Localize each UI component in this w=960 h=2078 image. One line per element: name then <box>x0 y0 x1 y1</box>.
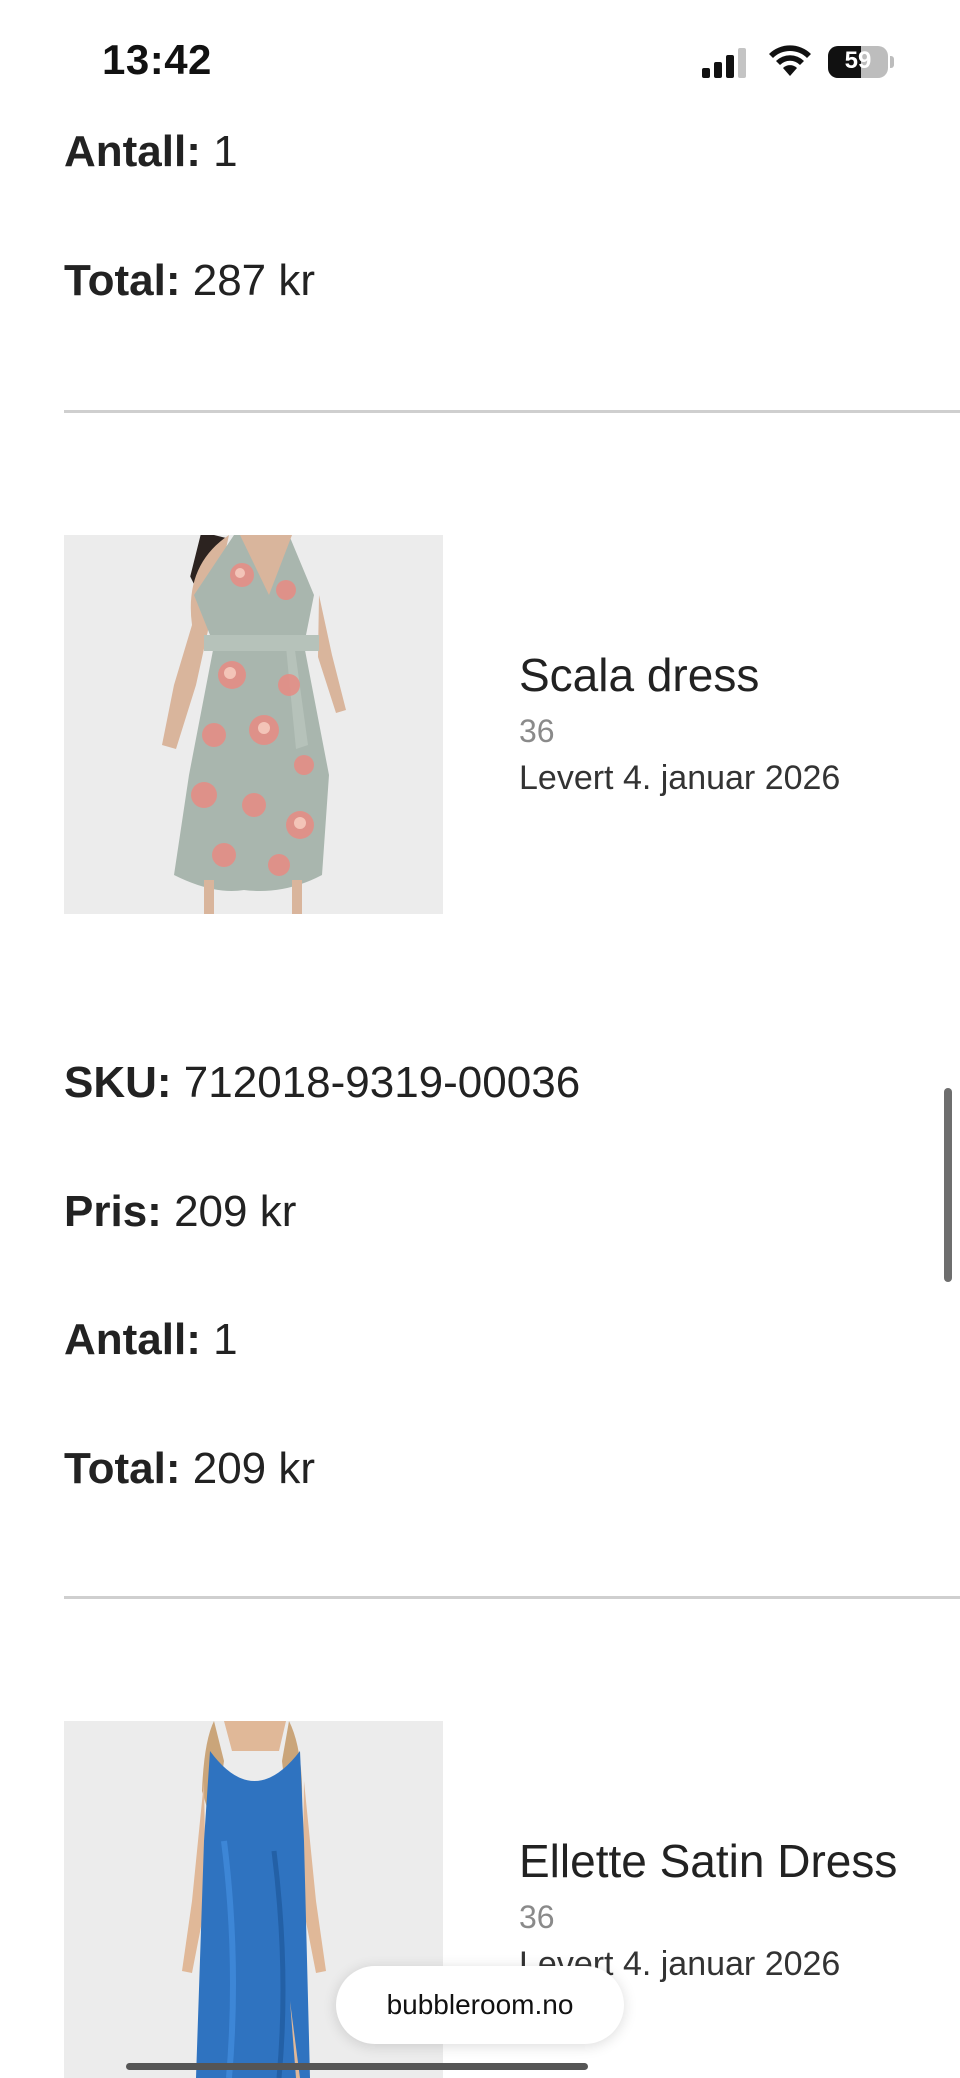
item-sku-row: SKU: 712018-9319-00036 <box>64 1058 580 1108</box>
floral-dress-image <box>64 535 443 914</box>
battery-level: 59 <box>844 47 872 74</box>
price-value: 209 kr <box>174 1187 297 1236</box>
cellular-signal-icon <box>702 48 746 78</box>
item-price-row: Pris: 209 kr <box>64 1187 296 1237</box>
quantity-value: 1 <box>213 1315 238 1364</box>
home-indicator[interactable] <box>126 2063 588 2070</box>
product-size: 36 <box>519 1899 555 1935</box>
item-quantity-row: Antall: 1 <box>64 127 238 177</box>
product-name[interactable]: Scala dress <box>519 648 759 702</box>
url-text: bubbleroom.no <box>386 1989 574 2020</box>
scrollbar[interactable] <box>944 1088 952 1282</box>
item-quantity-row: Antall: 1 <box>64 1315 238 1365</box>
sku-value: 712018-9319-00036 <box>183 1058 581 1107</box>
total-value: 287 kr <box>192 256 316 305</box>
item-divider <box>64 410 960 413</box>
product-image-scala-dress[interactable] <box>64 535 443 914</box>
total-label: Total: <box>64 1444 181 1493</box>
battery-icon: 59 <box>828 46 894 78</box>
product-name[interactable]: Ellette Satin Dress <box>519 1834 897 1888</box>
clock: 13:42 <box>102 36 212 83</box>
item-total-row: Total: 287 kr <box>64 256 315 306</box>
product-size: 36 <box>519 713 555 749</box>
status-bar: 13:42 59 <box>0 0 960 126</box>
browser-url-pill[interactable]: bubbleroom.no <box>336 1966 624 2044</box>
price-label: Pris: <box>64 1187 162 1236</box>
wifi-icon <box>769 45 811 76</box>
quantity-label: Antall: <box>64 127 201 176</box>
quantity-label: Antall: <box>64 1315 201 1364</box>
total-label: Total: <box>64 256 181 305</box>
delivery-status: Levert 4. januar 2026 <box>519 759 841 797</box>
item-divider <box>64 1596 960 1599</box>
sku-label: SKU: <box>64 1058 172 1107</box>
quantity-value: 1 <box>213 127 238 176</box>
item-total-row: Total: 209 kr <box>64 1444 315 1494</box>
total-value: 209 kr <box>192 1444 316 1493</box>
